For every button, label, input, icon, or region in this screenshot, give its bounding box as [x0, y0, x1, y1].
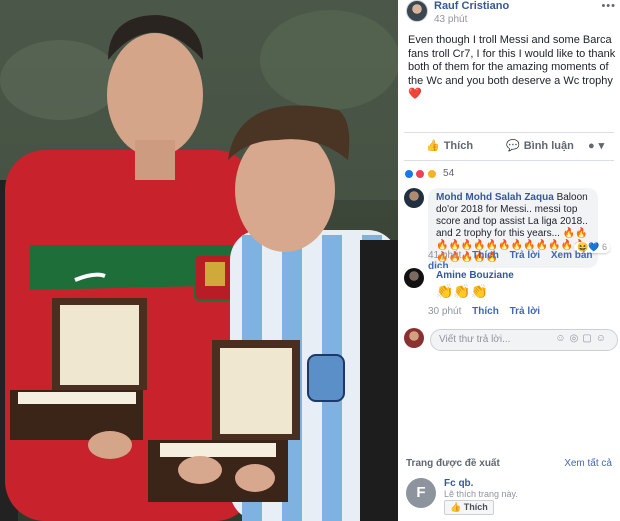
commenter-name[interactable]: Mohd Mohd Salah Zaqua [436, 192, 554, 203]
comment-like-link[interactable]: Thích [472, 250, 499, 261]
commenter-avatar[interactable] [404, 268, 424, 288]
divider [404, 132, 614, 133]
more-options-icon[interactable]: ••• [601, 0, 616, 12]
thumbs-up-icon: 👍 [426, 140, 440, 152]
post-photo[interactable] [0, 0, 398, 521]
share-chevron-icon: ▾ [598, 140, 605, 152]
page-avatar[interactable]: F [406, 478, 436, 508]
post-text: Even though I troll Messi and some Barca… [408, 34, 616, 100]
comment-time[interactable]: 41 phút [428, 250, 461, 261]
love-reaction-icon [415, 168, 426, 179]
comment-label: Bình luận [523, 140, 574, 152]
reaction-summary[interactable]: 54 [404, 166, 454, 180]
suggested-page: F Fc qb. Lẽ thích trang này. 👍 Thích [406, 478, 612, 518]
reaction-count: 54 [443, 168, 455, 180]
comment-bubble: Amine Bouziane 👏👏👏 [428, 268, 548, 301]
divider [404, 160, 614, 161]
comment-icon: 💬 [506, 140, 520, 152]
comment-item: Mohd Mohd Salah Zaqua Baloon do'or 2018 … [404, 188, 616, 272]
post-actions: 👍 Thích 💬 Bình luận ● ▾ [398, 136, 620, 156]
page-like-label: Thích [463, 502, 488, 512]
post-sidebar: Rauf Cristiano 43 phút ••• Even though I… [398, 0, 620, 521]
comment-text: 👏👏👏 [436, 283, 489, 299]
comment-like-link[interactable]: Thích [472, 306, 499, 317]
comment-meta: 30 phút Thích Trả lời [428, 306, 548, 317]
post-header: Rauf Cristiano 43 phút ••• [406, 0, 616, 28]
composer-icons[interactable]: ☺◎▢☺ [555, 333, 610, 344]
commenter-name[interactable]: Amine Bouziane [436, 270, 540, 282]
suggested-pages-header: Trang được đề xuất Xem tất cả [406, 458, 612, 469]
post-time[interactable]: 43 phút [434, 14, 467, 25]
photo-illustration [0, 0, 398, 521]
share-avatar-icon: ● [588, 140, 595, 152]
current-user-avatar [404, 328, 424, 348]
like-button[interactable]: 👍 Thích [426, 139, 473, 152]
like-reaction-icon [404, 168, 414, 179]
see-all-link[interactable]: Xem tất cả [564, 458, 612, 469]
reply-composer: Viết thư trả lời... ☺◎▢☺ [404, 328, 618, 352]
author-name[interactable]: Rauf Cristiano [434, 0, 509, 12]
page-like-button[interactable]: 👍 Thích [444, 500, 494, 515]
comment-time[interactable]: 30 phút [428, 306, 461, 317]
author-avatar[interactable] [406, 0, 428, 22]
comment-button[interactable]: 💬 Bình luận [506, 139, 574, 152]
commenter-avatar[interactable] [404, 188, 424, 208]
suggested-title: Trang được đề xuất [406, 458, 500, 469]
comment-reply-link[interactable]: Trả lời [510, 250, 540, 261]
comment-item: Amine Bouziane 👏👏👏 30 phút Thích Trả lời [404, 268, 616, 322]
like-label: Thích [443, 140, 474, 152]
thumbs-up-icon: 👍 [450, 502, 464, 512]
page-description: Lẽ thích trang này. [444, 489, 518, 499]
comment-reply-link[interactable]: Trả lời [510, 306, 540, 317]
share-dropdown[interactable]: ● ▾ [588, 139, 604, 152]
haha-reaction-icon [426, 168, 437, 179]
page-name[interactable]: Fc qb. [444, 478, 473, 489]
